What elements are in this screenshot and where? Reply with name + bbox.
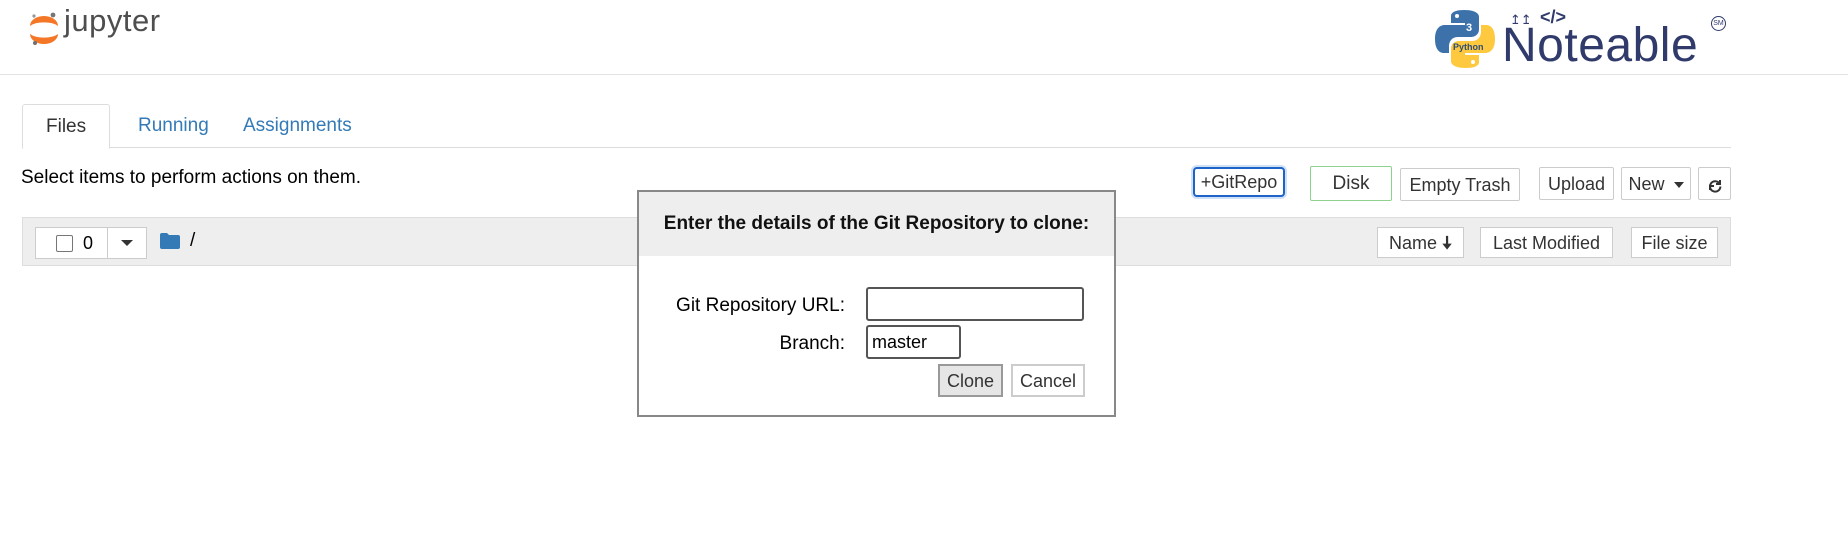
refresh-button[interactable]: [1698, 167, 1731, 200]
jupyter-logo-icon: [26, 6, 62, 50]
service-mark-badge: SM: [1711, 16, 1726, 31]
caret-down-icon: [121, 240, 133, 246]
clone-button[interactable]: Clone: [938, 364, 1003, 397]
jupyter-logo[interactable]: jupyter: [26, 3, 161, 50]
tab-bar: Files Running Assignments: [22, 104, 1731, 149]
select-all-checkbox[interactable]: 0: [35, 227, 108, 259]
breadcrumb-path[interactable]: /: [190, 230, 195, 252]
page-header: jupyter 3 Python ↥↥ </> Noteable SM: [0, 0, 1848, 75]
branch-input[interactable]: [866, 325, 961, 359]
caret-down-icon: [1673, 182, 1684, 189]
python-version-badge: 3: [1466, 22, 1473, 34]
tab-running[interactable]: Running: [115, 104, 232, 147]
arrow-down-icon: 🠇: [1442, 233, 1452, 253]
refresh-icon: [1708, 180, 1721, 193]
noteable-wordmark: Noteable: [1502, 19, 1699, 72]
breadcrumb: /: [160, 230, 195, 252]
selected-count: 0: [83, 232, 94, 253]
new-button-label: New: [1628, 174, 1665, 194]
select-group: 0: [35, 227, 147, 259]
selection-hint: Select items to perform actions on them.: [21, 167, 362, 188]
tab-assignments[interactable]: Assignments: [220, 104, 375, 147]
empty-trash-button[interactable]: Empty Trash: [1400, 168, 1520, 201]
sort-by-last-modified-button[interactable]: Last Modified: [1480, 227, 1613, 258]
jupyter-wordmark: jupyter: [64, 3, 161, 38]
folder-icon[interactable]: [160, 233, 180, 249]
dialog-title: Enter the details of the Git Repository …: [639, 192, 1114, 256]
python-badge-label: Python: [1453, 42, 1484, 52]
disk-button[interactable]: Disk: [1310, 166, 1392, 201]
branch-label: Branch:: [779, 333, 845, 354]
git-url-label: Git Repository URL:: [676, 295, 845, 316]
new-dropdown-button[interactable]: New: [1621, 167, 1691, 200]
git-clone-dialog: Enter the details of the Git Repository …: [637, 190, 1116, 417]
cancel-button[interactable]: Cancel: [1011, 364, 1085, 397]
upload-button[interactable]: Upload: [1539, 167, 1614, 200]
git-url-input[interactable]: [866, 287, 1084, 321]
select-menu-dropdown[interactable]: [108, 227, 147, 259]
git-repo-button[interactable]: +GitRepo: [1193, 167, 1285, 197]
python-logo-icon: [1435, 10, 1495, 68]
tab-files[interactable]: Files: [22, 104, 111, 149]
sort-name-label: Name: [1389, 233, 1438, 253]
sort-by-file-size-button[interactable]: File size: [1631, 227, 1718, 258]
checkbox-icon: [56, 234, 73, 252]
sort-by-name-button[interactable]: Name 🠇: [1377, 227, 1464, 258]
